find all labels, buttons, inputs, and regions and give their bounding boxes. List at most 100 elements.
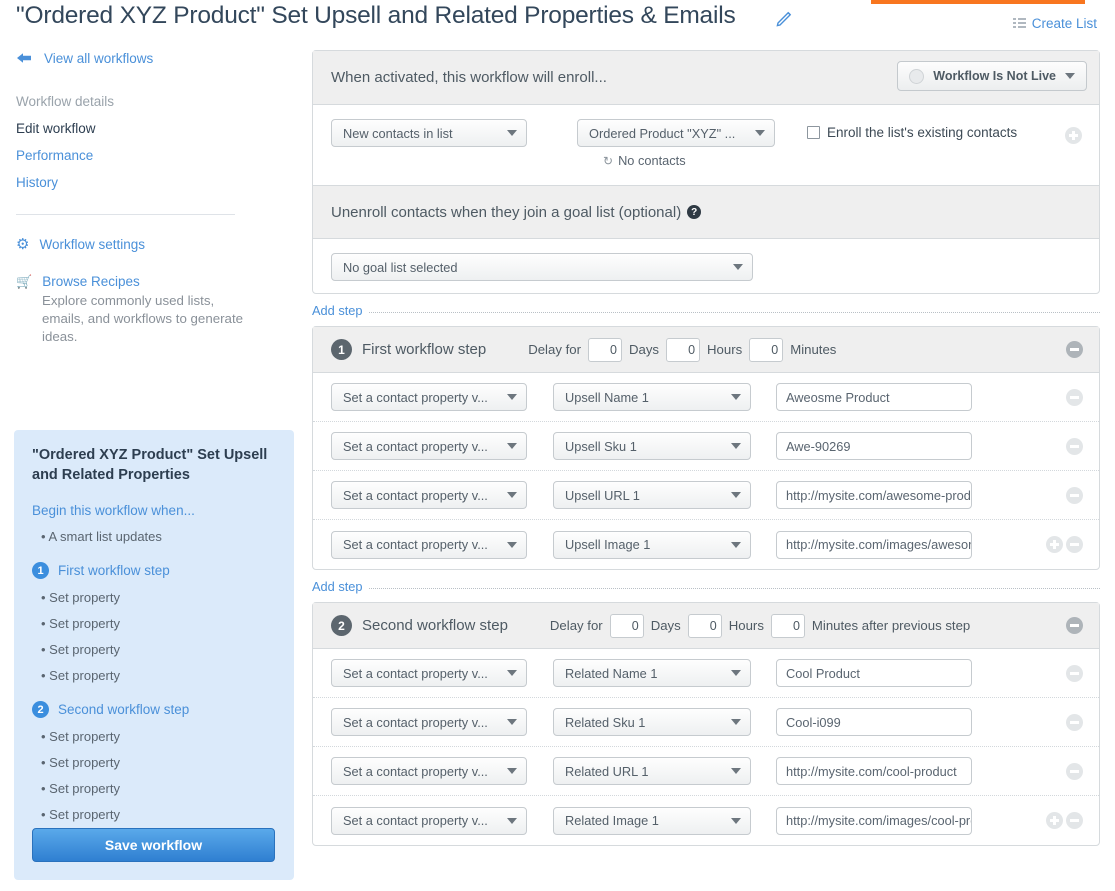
step-1-number: 1	[331, 339, 352, 360]
step-1-row-3-action-select[interactable]: Set a contact property v...	[331, 481, 527, 509]
step-2-row-1-value-input[interactable]: Cool Product	[776, 659, 972, 687]
remove-step-1-row-1-button[interactable]	[1066, 389, 1083, 406]
step-2-row-1-action-select[interactable]: Set a contact property v...	[331, 659, 527, 687]
summary-trigger-bullet: • A smart list updates	[32, 529, 276, 544]
sidebar-section-label: Workflow details	[16, 94, 300, 109]
step-2-row-2-action-select[interactable]: Set a contact property v...	[331, 708, 527, 736]
step-2-row-3-value-input[interactable]: http://mysite.com/cool-product	[776, 757, 972, 785]
remove-step-2-row-3-button[interactable]	[1066, 763, 1083, 780]
remove-step-2-row-2-button[interactable]	[1066, 714, 1083, 731]
enroll-existing-checkbox[interactable]	[807, 126, 820, 139]
summary-step-1-badge: 1	[32, 562, 49, 579]
add-step-2-row-button[interactable]	[1046, 812, 1063, 829]
step-2-row-3-action-select[interactable]: Set a contact property v...	[331, 757, 527, 785]
step-1-row-4-property-select[interactable]: Upsell Image 1	[553, 531, 751, 559]
step-1-delay: Delay for 0 Days 0 Hours 0 Minutes	[528, 338, 836, 362]
workflow-editor-page: "Ordered XYZ Product" Set Upsell and Rel…	[0, 0, 1115, 891]
goal-list-select[interactable]: No goal list selected	[331, 253, 753, 281]
step-1-row-4-action-select[interactable]: Set a contact property v...	[331, 531, 527, 559]
sidebar-item-browse-recipes[interactable]: 🛒 Browse Recipes	[16, 274, 300, 290]
summary-step-2[interactable]: 2 Second workflow step	[32, 701, 276, 718]
step-1-delay-label: Delay for	[528, 342, 581, 357]
step-1-hours-input[interactable]: 0	[666, 338, 700, 362]
step-1-row-1-action-select[interactable]: Set a contact property v...	[331, 383, 527, 411]
remove-step-2-button[interactable]	[1066, 617, 1083, 634]
create-list-button[interactable]: Create List	[1013, 16, 1097, 31]
summary-step-1[interactable]: 1 First workflow step	[32, 562, 276, 579]
step-1-row-1-property-select[interactable]: Upsell Name 1	[553, 383, 751, 411]
step-1-days-label: Days	[629, 342, 659, 357]
step-2-row-4-value-input[interactable]: http://mysite.com/images/cool-product	[776, 807, 972, 835]
step-1-row-2-action-select[interactable]: Set a contact property v...	[331, 432, 527, 460]
enrollment-list-select[interactable]: Ordered Product "XYZ" ...	[577, 119, 775, 147]
enrollment-source-select[interactable]: New contacts in list	[331, 119, 527, 147]
sidebar-item-workflow-settings[interactable]: ⚙ Workflow settings	[16, 237, 300, 252]
step-2-row-3-property-select[interactable]: Related URL 1	[553, 757, 751, 785]
remove-step-2-row-1-button[interactable]	[1066, 665, 1083, 682]
chevron-down-icon	[731, 443, 741, 449]
add-step-link-1[interactable]: Add step	[312, 303, 363, 318]
goal-header-title: Unenroll contacts when they join a goal …	[331, 204, 681, 221]
step-1-minutes-input[interactable]: 0	[749, 338, 783, 362]
sidebar-back-link[interactable]: View all workflows	[0, 46, 300, 70]
help-icon[interactable]: ?	[687, 205, 701, 219]
step-1-row-2-property-value: Upsell Sku 1	[565, 439, 637, 454]
browse-recipes-label: Browse Recipes	[42, 274, 140, 290]
step-1-row-4-value-input[interactable]: http://mysite.com/images/awesome	[776, 531, 972, 559]
summary-begin-link[interactable]: Begin this workflow when...	[32, 503, 276, 518]
chevron-down-icon	[731, 542, 741, 548]
chevron-down-icon	[507, 443, 517, 449]
pencil-icon[interactable]	[776, 9, 794, 27]
step-1-row-1-value-input[interactable]: Aweosme Product	[776, 383, 972, 411]
save-workflow-button[interactable]: Save workflow	[32, 828, 275, 862]
minus-icon	[1070, 770, 1079, 773]
minus-icon	[1070, 721, 1079, 724]
chevron-down-icon	[507, 719, 517, 725]
summary-step-2-label: Second workflow step	[58, 702, 189, 717]
step-2-row-3-property-value: Related URL 1	[565, 764, 648, 779]
step-2-delay-label: Delay for	[550, 618, 603, 633]
step-2-row-2-value-input[interactable]: Cool-i099	[776, 708, 972, 736]
add-step-link-2[interactable]: Add step	[312, 579, 363, 594]
step-1-row-2-value-input[interactable]: Awe-90269	[776, 432, 972, 460]
step-2-hours-input[interactable]: 0	[688, 614, 722, 638]
step-1-row-2-property-select[interactable]: Upsell Sku 1	[553, 432, 751, 460]
minus-icon	[1070, 624, 1079, 627]
step-2-row-4-action-select[interactable]: Set a contact property v...	[331, 807, 527, 835]
step-2-row-2-action-value: Set a contact property v...	[343, 715, 488, 730]
step-2-delay: Delay for 0 Days 0 Hours 0 Minutes after…	[550, 614, 970, 638]
step-1-days-input[interactable]: 0	[588, 338, 622, 362]
remove-step-1-row-4-button[interactable]	[1066, 536, 1083, 553]
sidebar-item-edit-workflow[interactable]: Edit workflow	[16, 121, 300, 136]
sidebar-item-performance[interactable]: Performance	[16, 148, 300, 163]
step-1-title: First workflow step	[362, 341, 486, 358]
remove-step-2-row-4-button[interactable]	[1066, 812, 1083, 829]
enrollment-header: When activated, this workflow will enrol…	[313, 51, 1099, 105]
list-icon	[1013, 18, 1026, 29]
step-2-days-input[interactable]: 0	[610, 614, 644, 638]
add-step-1-row-button[interactable]	[1046, 536, 1063, 553]
step-2-row-1-property-select[interactable]: Related Name 1	[553, 659, 751, 687]
remove-step-1-row-3-button[interactable]	[1066, 487, 1083, 504]
add-step-row-1: Add step	[312, 303, 1100, 318]
step-1-row-3-action-value: Set a contact property v...	[343, 488, 488, 503]
chevron-down-icon	[1065, 73, 1075, 79]
workflow-step-1: 1 First workflow step Delay for 0 Days 0…	[312, 326, 1100, 570]
chevron-down-icon	[731, 670, 741, 676]
minus-icon	[1070, 672, 1079, 675]
step-2-minutes-input[interactable]: 0	[771, 614, 805, 638]
minus-icon	[1070, 348, 1079, 351]
remove-step-1-button[interactable]	[1066, 341, 1083, 358]
step-1-hours-label: Hours	[707, 342, 742, 357]
sidebar-item-history[interactable]: History	[16, 175, 300, 190]
refresh-icon[interactable]: ↻	[603, 154, 613, 168]
remove-step-1-row-2-button[interactable]	[1066, 438, 1083, 455]
workflow-live-toggle[interactable]: Workflow Is Not Live	[897, 61, 1087, 91]
add-enrollment-criteria-button[interactable]	[1065, 127, 1082, 144]
step-2-row-1-action-value: Set a contact property v...	[343, 666, 488, 681]
step-1-row-3-value-input[interactable]: http://mysite.com/awesome-product	[776, 481, 972, 509]
step-2-title: Second workflow step	[362, 617, 508, 634]
step-2-row-2-property-select[interactable]: Related Sku 1	[553, 708, 751, 736]
step-2-row-4-property-select[interactable]: Related Image 1	[553, 807, 751, 835]
step-1-row-3-property-select[interactable]: Upsell URL 1	[553, 481, 751, 509]
